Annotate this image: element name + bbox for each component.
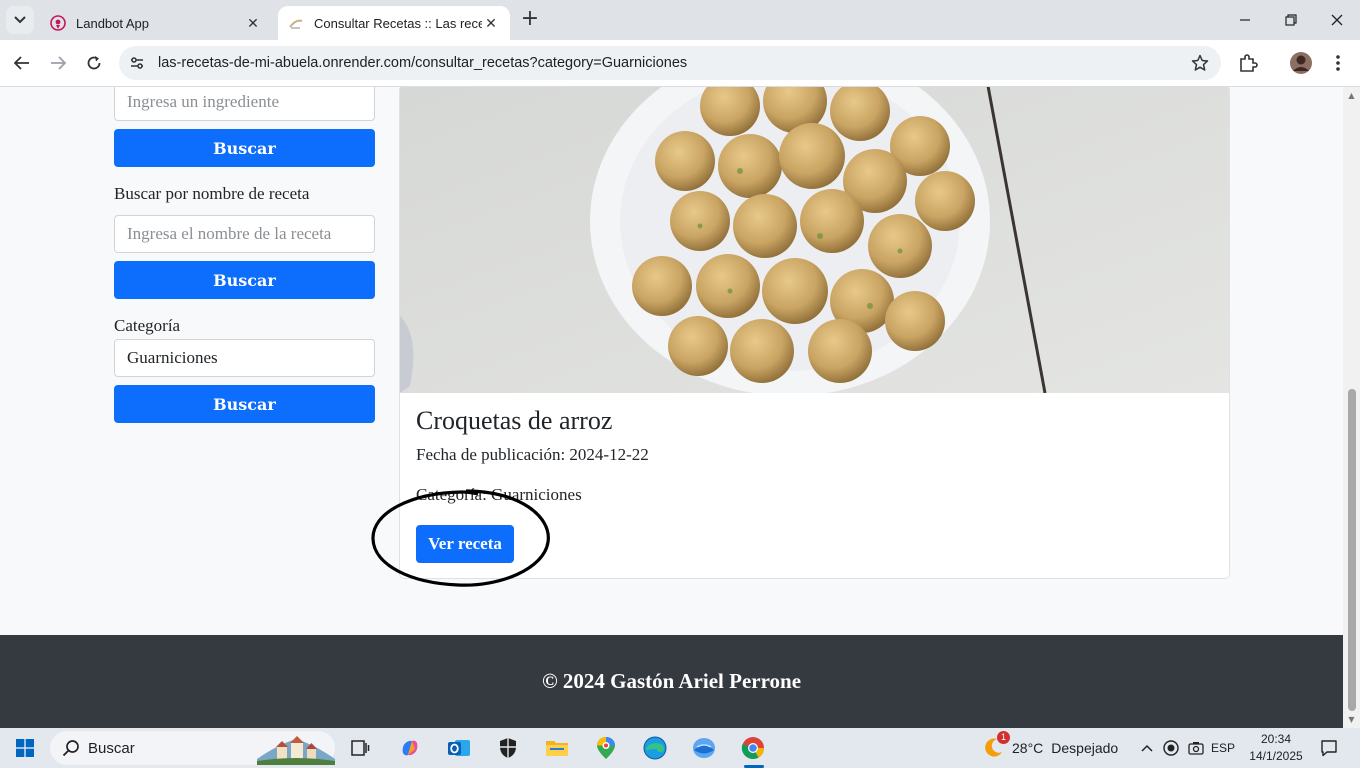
weather-temperature: 28°C bbox=[1012, 740, 1044, 756]
language-indicator[interactable]: ESP bbox=[1208, 728, 1238, 768]
more-menu-icon[interactable] bbox=[1325, 50, 1351, 76]
page-viewport: Ingresa un ingrediente Buscar Buscar por… bbox=[0, 87, 1343, 728]
view-recipe-button[interactable]: Ver receta bbox=[416, 525, 514, 563]
recipe-title: Croquetas de arroz bbox=[416, 406, 613, 435]
minimize-icon[interactable] bbox=[1222, 0, 1268, 40]
chrome-browser-icon[interactable] bbox=[733, 732, 773, 764]
category-label: Categoría bbox=[114, 316, 181, 335]
category-select[interactable]: Guarniciones bbox=[114, 339, 375, 377]
scroll-up-arrow-icon[interactable]: ▲ bbox=[1347, 91, 1356, 100]
tab-list-button[interactable] bbox=[6, 6, 34, 34]
windows-taskbar: Buscar 1 28°C Despejado ESP 20:34 14/1/2… bbox=[0, 728, 1360, 768]
maps-pin-icon[interactable] bbox=[586, 732, 626, 764]
close-icon[interactable]: ✕ bbox=[244, 14, 262, 32]
recipe-photo bbox=[400, 87, 1229, 393]
chevron-up-icon[interactable] bbox=[1137, 728, 1157, 768]
weather-description: Despejado bbox=[1051, 740, 1119, 756]
tab-title: Landbot App bbox=[76, 15, 150, 31]
copilot-icon[interactable] bbox=[390, 732, 430, 764]
recipe-favicon-icon bbox=[289, 19, 303, 29]
clock-time: 20:34 bbox=[1260, 732, 1292, 746]
scrollbar-thumb[interactable] bbox=[1348, 389, 1356, 711]
tab-consultar-recetas[interactable]: Consultar Recetas :: Las recetas de mi a… bbox=[278, 6, 510, 40]
file-explorer-icon[interactable] bbox=[537, 732, 577, 764]
new-tab-plus-icon[interactable]: + bbox=[518, 8, 542, 32]
clock-date: 14/1/2025 bbox=[1249, 749, 1303, 763]
reload-icon[interactable] bbox=[79, 48, 109, 78]
recording-indicator-icon[interactable] bbox=[1160, 728, 1182, 768]
browser-tab-bar: Landbot App ✕ Consultar Recetas :: Las r… bbox=[0, 0, 1360, 40]
windows-wallpaper-app-icon[interactable] bbox=[684, 732, 724, 764]
ingredient-search-button[interactable]: Buscar bbox=[114, 129, 375, 167]
url-path: /consultar_recetas?category=Guarniciones bbox=[411, 55, 688, 71]
search-icon bbox=[62, 740, 79, 757]
search-highlight-illustration bbox=[257, 736, 335, 765]
recipe-name-input[interactable]: Ingresa el nombre de la receta bbox=[114, 215, 375, 253]
page-footer: © 2024 Gastón Ariel Perrone bbox=[0, 635, 1343, 728]
url-text[interactable]: las-recetas-de-mi-abuela.onrender.com/co… bbox=[158, 55, 687, 71]
scroll-down-arrow-icon[interactable]: ▼ bbox=[1347, 715, 1356, 724]
bookmark-star-icon[interactable] bbox=[1189, 52, 1211, 74]
landbot-favicon-icon bbox=[50, 15, 66, 31]
taskbar-search-box[interactable]: Buscar bbox=[50, 731, 335, 765]
recipe-card: Croquetas de arroz Fecha de publicación:… bbox=[399, 87, 1230, 579]
taskbar-search-placeholder: Buscar bbox=[88, 739, 135, 757]
recipe-name-search-button[interactable]: Buscar bbox=[114, 261, 375, 299]
forward-arrow-icon[interactable] bbox=[43, 48, 73, 78]
weather-moon-icon: 1 bbox=[982, 731, 1010, 759]
weather-widget[interactable]: 1 28°C Despejado bbox=[982, 728, 1118, 768]
address-bar[interactable]: las-recetas-de-mi-abuela.onrender.com/co… bbox=[119, 46, 1221, 80]
notification-chat-icon[interactable] bbox=[1312, 728, 1346, 768]
close-icon[interactable]: ✕ bbox=[482, 14, 500, 32]
recipe-category: Categoría: Guarniciones bbox=[416, 485, 582, 504]
chevron-down-icon bbox=[14, 16, 26, 24]
page-scrollbar[interactable]: ▲ ▼ bbox=[1343, 87, 1360, 728]
recipe-date: Fecha de publicación: 2024-12-22 bbox=[416, 445, 649, 464]
weather-notification-badge: 1 bbox=[997, 731, 1010, 744]
system-clock[interactable]: 20:34 14/1/2025 bbox=[1248, 731, 1304, 765]
security-shield-icon[interactable] bbox=[488, 732, 528, 764]
back-arrow-icon[interactable] bbox=[7, 48, 37, 78]
ingredient-search-input[interactable]: Ingresa un ingrediente bbox=[114, 87, 375, 121]
recipe-name-label: Buscar por nombre de receta bbox=[114, 184, 310, 203]
task-view-icon[interactable] bbox=[340, 732, 380, 764]
extensions-puzzle-icon[interactable] bbox=[1235, 50, 1261, 76]
edge-browser-icon[interactable] bbox=[635, 732, 675, 764]
url-host: las-recetas-de-mi-abuela.onrender.com bbox=[158, 55, 412, 71]
browser-toolbar: las-recetas-de-mi-abuela.onrender.com/co… bbox=[0, 40, 1360, 87]
windows-start-icon[interactable] bbox=[5, 732, 45, 764]
site-info-icon[interactable] bbox=[122, 48, 152, 78]
camera-share-icon[interactable] bbox=[1185, 728, 1207, 768]
tab-title: Consultar Recetas :: Las recetas de mi a… bbox=[314, 15, 482, 31]
profile-avatar[interactable] bbox=[1288, 50, 1314, 76]
outlook-icon[interactable] bbox=[439, 732, 479, 764]
tab-landbot[interactable]: Landbot App ✕ bbox=[40, 6, 272, 40]
restore-icon[interactable] bbox=[1268, 0, 1314, 40]
window-close-icon[interactable] bbox=[1314, 0, 1360, 40]
category-search-button[interactable]: Buscar bbox=[114, 385, 375, 423]
